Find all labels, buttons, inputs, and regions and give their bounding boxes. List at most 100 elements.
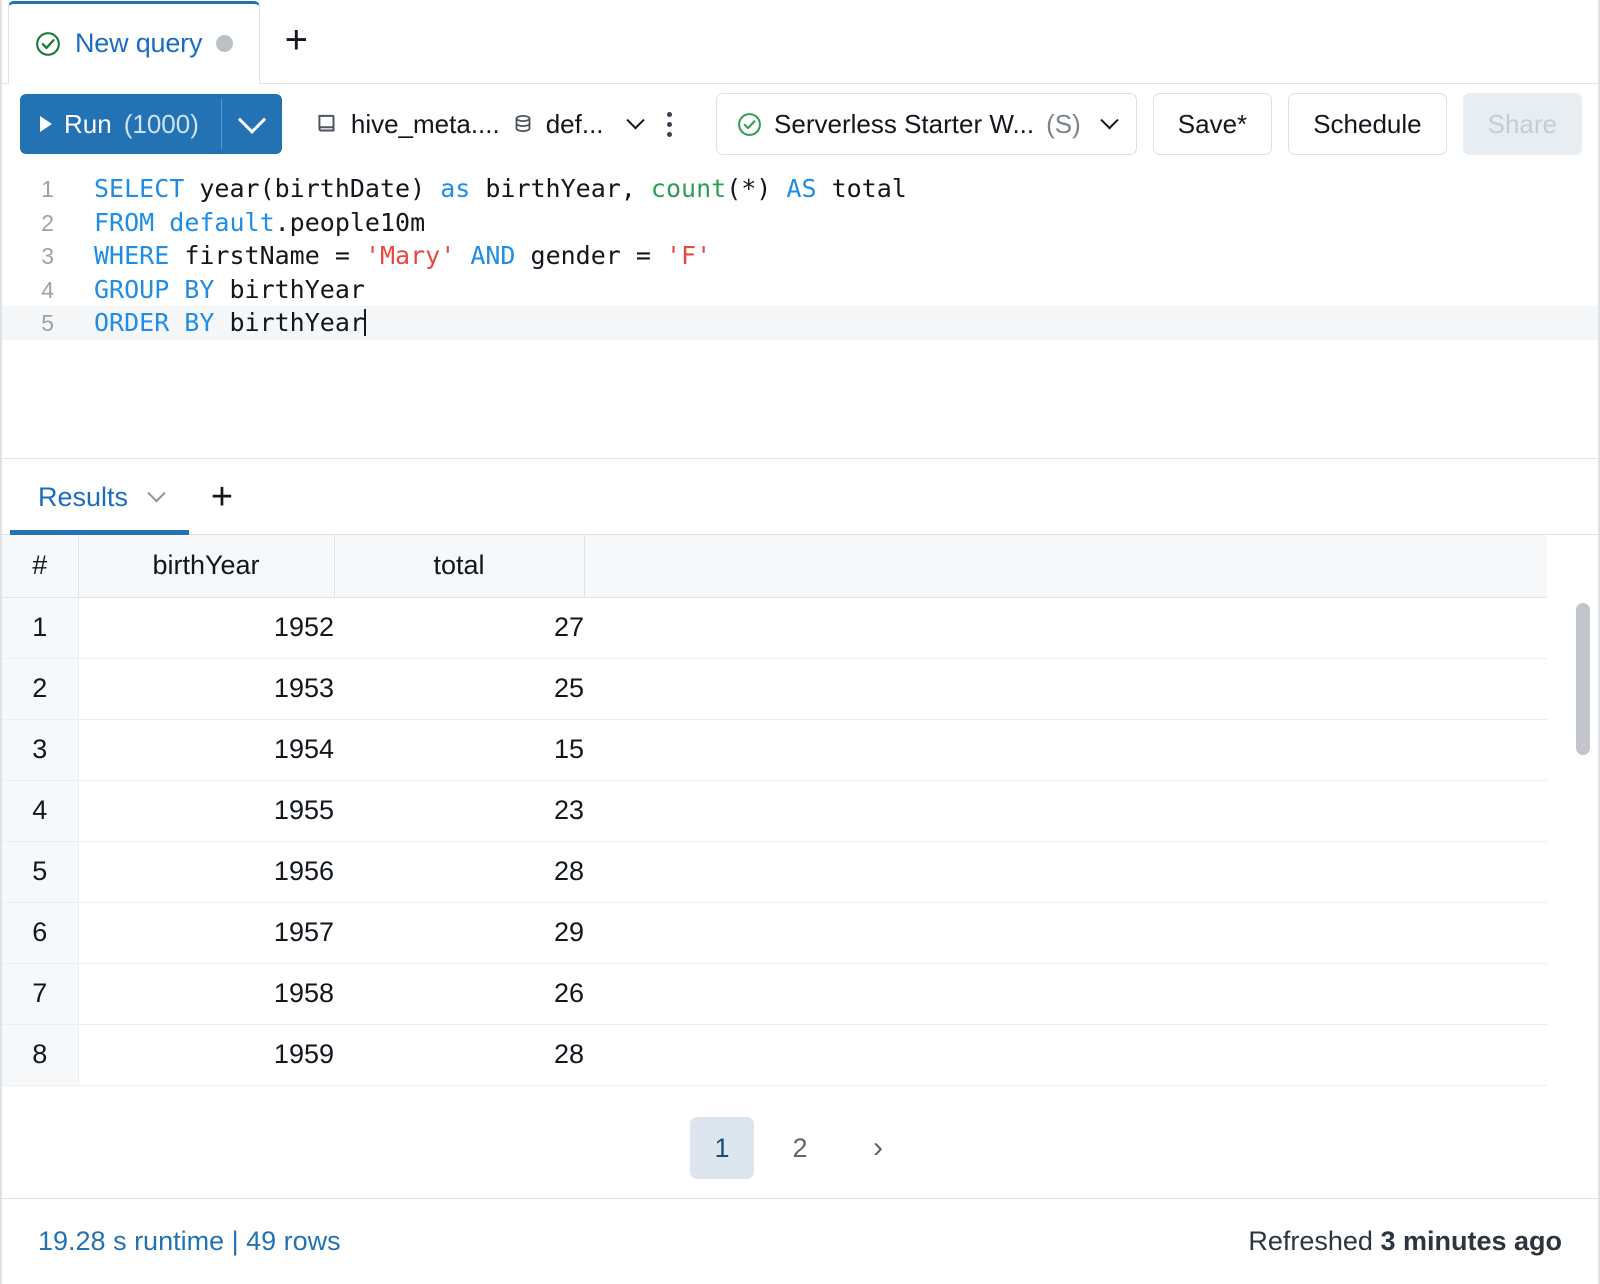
tab-results[interactable]: Results (2, 459, 189, 535)
line-number: 4 (2, 274, 54, 308)
sql-code-editor[interactable]: 1SELECT year(birthDate) as birthYear, co… (2, 164, 1598, 459)
cell-birthyear: 1956 (78, 841, 334, 902)
cell-total: 28 (334, 1024, 584, 1085)
new-tab-button[interactable]: + (260, 1, 332, 84)
cell-empty (584, 963, 1547, 1024)
results-table-body: 1195227219532531954154195523519562861957… (2, 597, 1547, 1085)
table-row[interactable]: 6195729 (2, 902, 1547, 963)
check-circle-icon (35, 31, 61, 57)
page-button-1[interactable]: 1 (690, 1117, 754, 1179)
kebab-dot (667, 132, 672, 137)
column-header-empty (584, 535, 1547, 597)
scrollbar-thumb[interactable] (1576, 603, 1590, 755)
code-token (455, 241, 470, 270)
add-visualization-button[interactable]: + (189, 459, 255, 535)
column-header-total[interactable]: total (334, 535, 584, 597)
code-line[interactable]: 2FROM default.people10m (2, 206, 1598, 240)
kebab-menu-icon[interactable] (658, 94, 683, 154)
cell-total: 28 (334, 841, 584, 902)
line-number: 3 (2, 240, 54, 274)
results-grid: # birthYear total 1195227219532531954154… (2, 535, 1598, 1098)
query-tab-new-query[interactable]: New query (8, 1, 260, 84)
line-number: 5 (2, 307, 54, 341)
code-token: FROM (94, 208, 169, 237)
code-text: WHERE firstName = 'Mary' AND gender = 'F… (54, 239, 711, 273)
results-vertical-scrollbar[interactable] (1576, 599, 1590, 1096)
book-icon (314, 111, 340, 137)
code-text: FROM default.people10m (54, 206, 425, 240)
query-tab-strip: New query + (2, 0, 1598, 84)
code-token: total (817, 174, 907, 203)
editor-toolbar: Run (1000) hive_meta.... (2, 84, 1598, 164)
code-line[interactable]: 5ORDER BY birthYear (2, 306, 1598, 340)
cell-birthyear: 1952 (78, 597, 334, 658)
table-row[interactable]: 3195415 (2, 719, 1547, 780)
code-text: GROUP BY birthYear (54, 273, 365, 307)
table-row[interactable]: 5195628 (2, 841, 1547, 902)
catalog-schema-selector[interactable]: hive_meta.... def... (304, 94, 652, 154)
table-row[interactable]: 2195325 (2, 658, 1547, 719)
chevron-down-icon[interactable] (147, 484, 165, 502)
code-token: birthYear (214, 308, 365, 337)
refreshed-label: Refreshed (1248, 1226, 1380, 1256)
run-button-group: Run (1000) (20, 94, 282, 154)
grid-bottom-fade (2, 1088, 1598, 1098)
cell-empty (584, 719, 1547, 780)
code-line[interactable]: 3WHERE firstName = 'Mary' AND gender = '… (2, 239, 1598, 273)
code-line[interactable]: 1SELECT year(birthDate) as birthYear, co… (2, 172, 1598, 206)
code-token: GROUP BY (94, 275, 214, 304)
cell-index: 8 (2, 1024, 78, 1085)
save-button[interactable]: Save* (1153, 93, 1272, 155)
cell-index: 7 (2, 963, 78, 1024)
text-cursor (364, 309, 366, 336)
sql-editor-window: New query + Run (1000) hive_ (0, 0, 1600, 1284)
column-header-index[interactable]: # (2, 535, 78, 597)
run-options-button[interactable] (222, 94, 282, 154)
code-token: as (440, 174, 470, 203)
chevron-down-icon (1100, 111, 1118, 129)
table-row[interactable]: 7195826 (2, 963, 1547, 1024)
database-icon (511, 112, 535, 136)
runtime-status[interactable]: 19.28 s runtime | 49 rows (38, 1226, 341, 1257)
query-tab-label: New query (75, 28, 202, 59)
refreshed-status: Refreshed 3 minutes ago (1248, 1226, 1562, 1257)
warehouse-size: (S) (1046, 109, 1081, 140)
code-token: WHERE (94, 241, 169, 270)
schedule-button[interactable]: Schedule (1288, 93, 1446, 155)
cell-empty (584, 841, 1547, 902)
page-button-2[interactable]: 2 (768, 1117, 832, 1179)
warehouse-name: Serverless Starter W... (774, 109, 1034, 140)
code-token: (*) (726, 174, 786, 203)
warehouse-selector[interactable]: Serverless Starter W... (S) (716, 93, 1137, 155)
next-page-button[interactable]: › (846, 1117, 910, 1179)
results-pagination: 12› (2, 1098, 1598, 1198)
column-header-birthyear[interactable]: birthYear (78, 535, 334, 597)
table-row[interactable]: 8195928 (2, 1024, 1547, 1085)
table-row[interactable]: 4195523 (2, 780, 1547, 841)
cell-empty (584, 658, 1547, 719)
code-token: birthYear (214, 275, 365, 304)
share-button: Share (1463, 93, 1582, 155)
code-text: SELECT year(birthDate) as birthYear, cou… (54, 172, 907, 206)
unsaved-indicator-dot (216, 35, 233, 52)
chevron-down-icon (238, 106, 266, 134)
code-text: ORDER BY birthYear (54, 306, 366, 340)
code-token: AS (786, 174, 816, 203)
cell-total: 15 (334, 719, 584, 780)
run-button[interactable]: Run (1000) (20, 94, 221, 154)
code-lines-container: 1SELECT year(birthDate) as birthYear, co… (2, 172, 1598, 340)
cell-empty (584, 597, 1547, 658)
status-bar: 19.28 s runtime | 49 rows Refreshed 3 mi… (2, 1198, 1598, 1284)
cell-index: 5 (2, 841, 78, 902)
cell-birthyear: 1958 (78, 963, 334, 1024)
code-token: year(birthDate) (184, 174, 440, 203)
results-tab-strip: Results + (2, 459, 1598, 535)
code-token: default (169, 208, 274, 237)
code-token: ORDER BY (94, 308, 214, 337)
code-line[interactable]: 4GROUP BY birthYear (2, 273, 1598, 307)
table-row[interactable]: 1195227 (2, 597, 1547, 658)
code-token: .people10m (275, 208, 426, 237)
cell-index: 3 (2, 719, 78, 780)
results-tab-label: Results (38, 482, 128, 513)
refreshed-value: 3 minutes ago (1380, 1226, 1562, 1256)
